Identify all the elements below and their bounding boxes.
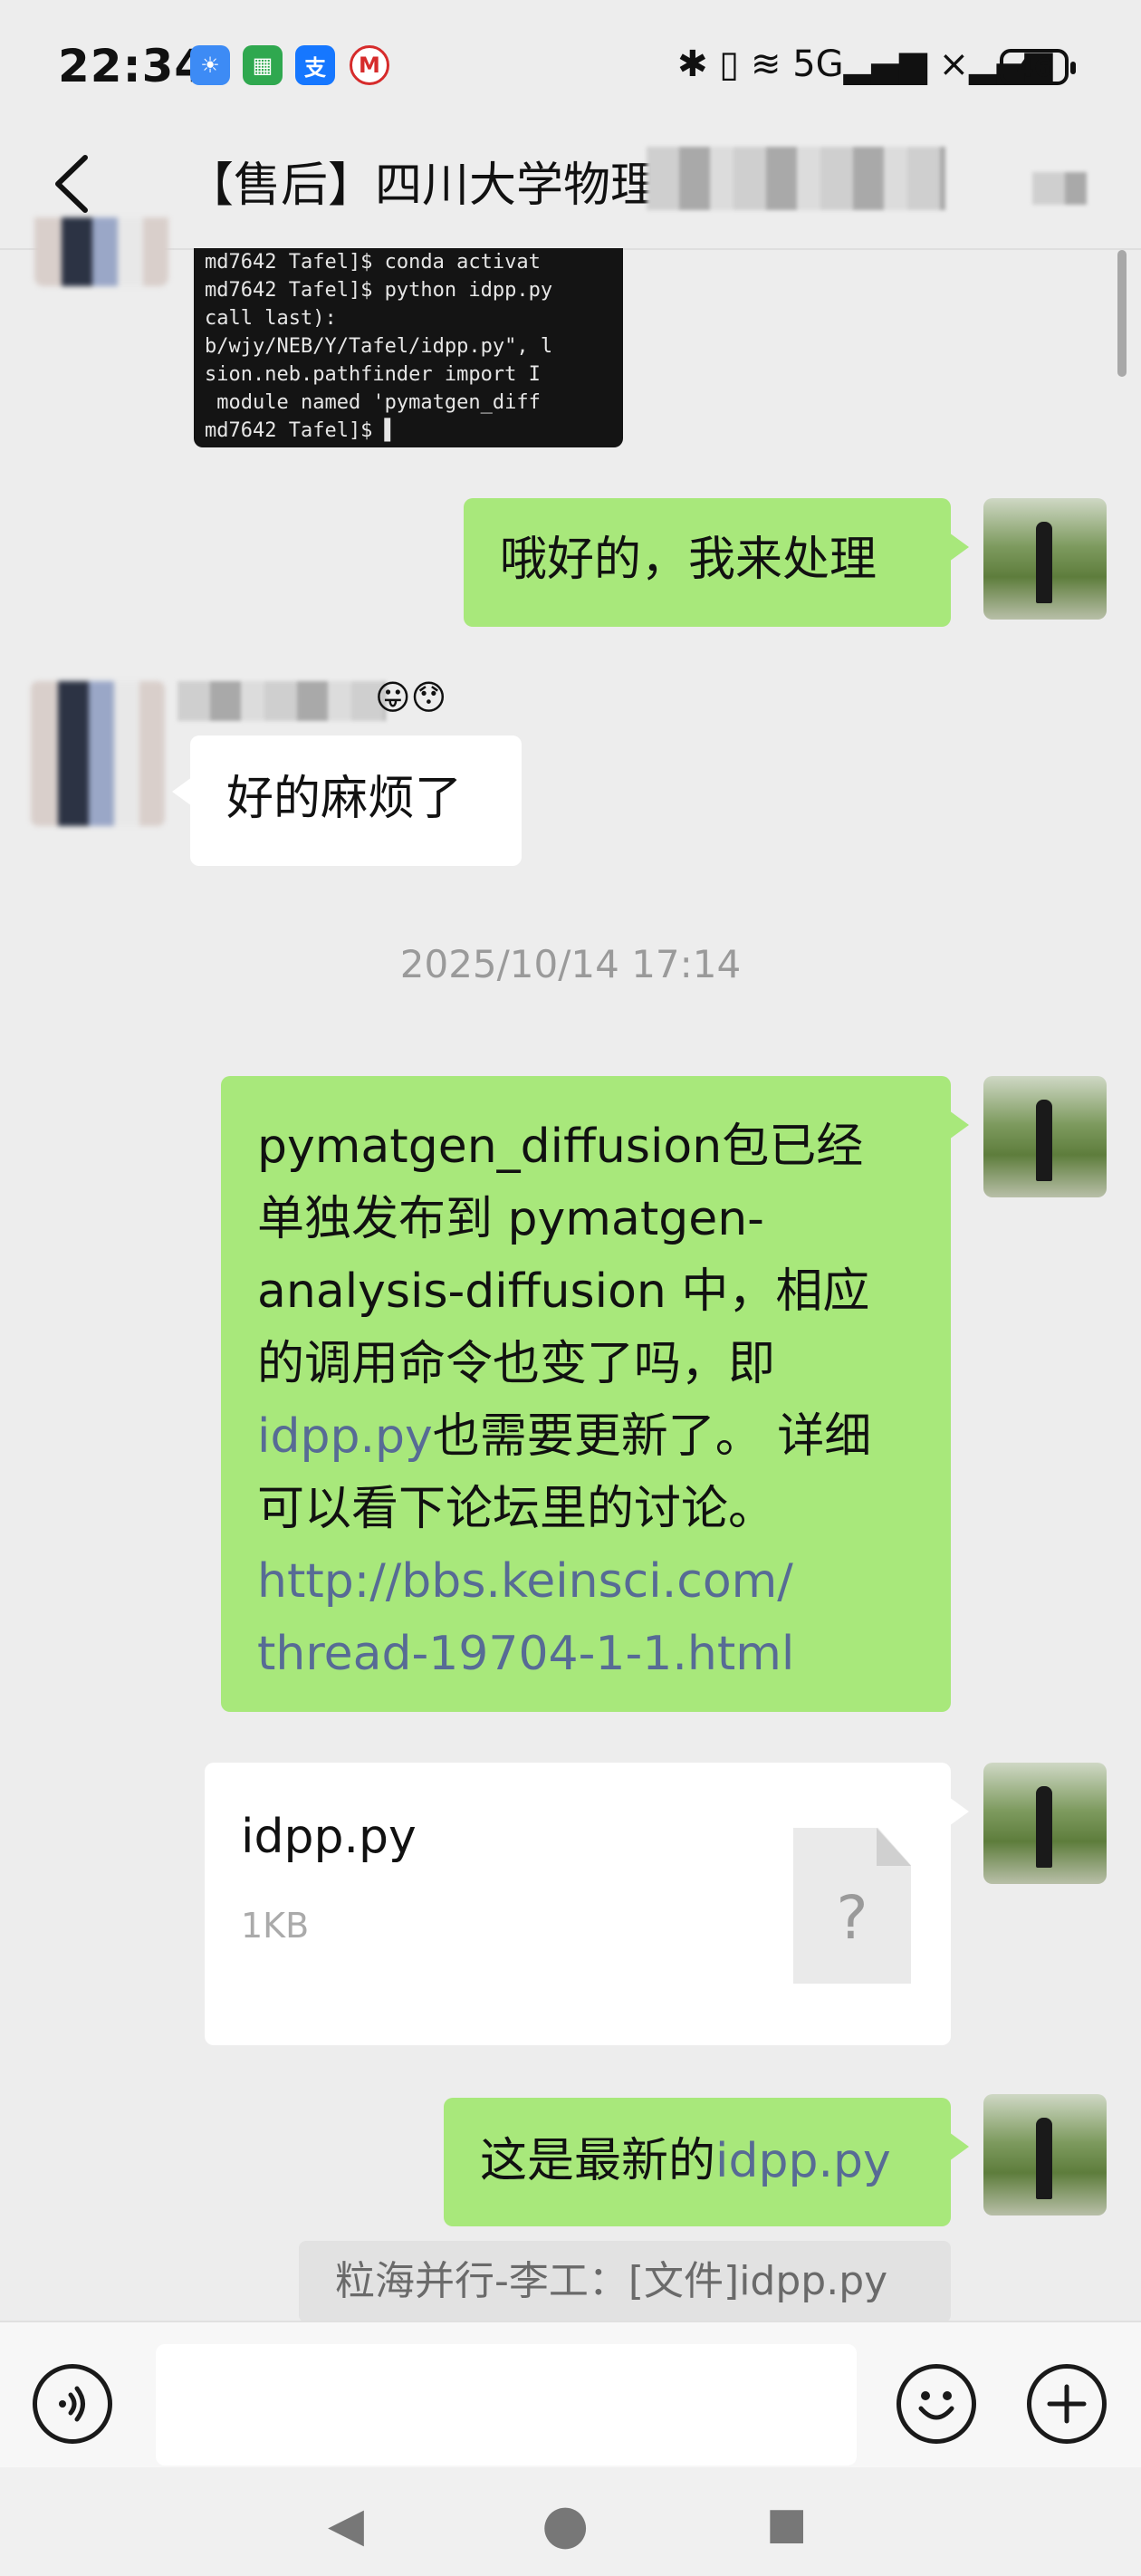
message-line: pymatgen_diffusion包已经	[257, 1120, 864, 1174]
message-text: 好的麻烦了	[226, 772, 463, 826]
terminal-line: b/wjy/NEB/Y/Tafel/idpp.py", l	[205, 335, 553, 358]
file-link[interactable]: idpp.py	[715, 2134, 891, 2188]
terminal-line: module named 'pymatgen_diff	[205, 391, 541, 414]
message-bubble[interactable]: 好的麻烦了	[172, 735, 522, 866]
url-link[interactable]: thread-19704-1-1.html	[257, 1618, 915, 1690]
message-line: idpp.py也需要更新了。 详细	[257, 1400, 915, 1473]
message-bubble[interactable]: 哦好的，我来处理	[464, 498, 969, 627]
signal-status-icons: ✱ ▯ ≋ 5G▂▄▆ ×▂▄▆	[677, 43, 1053, 85]
quoted-message[interactable]: 粒海并行-李工：[文件]idpp.py	[299, 2241, 951, 2322]
terminal-line: call last):	[205, 307, 337, 330]
alipay-app-icon: 支	[295, 45, 335, 85]
message-text: 这是最新的	[480, 2134, 716, 2188]
my-avatar[interactable]	[983, 1763, 1107, 1884]
bank-app-icon: M	[350, 45, 389, 85]
terminal-line: md7642 Tafel]$ ▌	[205, 419, 397, 442]
file-icon: ?	[793, 1828, 911, 1984]
emoji-button[interactable]	[896, 2364, 976, 2444]
message-line: 可以看下论坛里的讨论。	[257, 1482, 776, 1536]
scrollbar[interactable]	[1117, 250, 1127, 377]
file-message-card[interactable]: idpp.py 1KB ?	[205, 1763, 969, 2045]
chat-title[interactable]: 【售后】四川大学物理	[187, 147, 657, 215]
health-app-icon: ▦	[243, 45, 283, 85]
message-text: 哦好的，我来处理	[500, 533, 877, 587]
emoji-icon	[918, 2391, 954, 2420]
message-line: 单独发布到 pymatgen-	[257, 1192, 764, 1246]
sender-emoji: 😛😯	[375, 678, 447, 717]
url-link[interactable]: http://bbs.keinsci.com/	[257, 1545, 915, 1618]
sender-name-redacted	[177, 681, 386, 721]
file-size: 1KB	[241, 1906, 310, 1946]
message-line: analysis-diffusion 中，相应	[257, 1264, 870, 1319]
title-redaction-2	[1032, 172, 1087, 205]
back-chevron-icon	[55, 155, 88, 213]
my-avatar[interactable]	[983, 2094, 1107, 2216]
file-link[interactable]: idpp.py	[257, 1409, 433, 1464]
terminal-line: sion.neb.pathfinder import I	[205, 363, 541, 386]
status-time: 22:34	[58, 40, 207, 92]
other-avatar[interactable]	[31, 681, 165, 826]
battery-icon: 46	[1000, 49, 1076, 85]
voice-icon	[59, 2386, 85, 2422]
my-avatar[interactable]	[983, 1076, 1107, 1197]
plus-button[interactable]	[1027, 2364, 1107, 2444]
message-bubble[interactable]: pymatgen_diffusion包已经 单独发布到 pymatgen- an…	[221, 1076, 969, 1712]
back-button[interactable]	[45, 152, 100, 216]
chat-timestamp: 2025/10/14 17:14	[399, 942, 742, 986]
nav-recent-icon[interactable]: ■	[766, 2498, 807, 2549]
message-input[interactable]	[156, 2344, 857, 2465]
message-bubble[interactable]: 这是最新的idpp.py	[444, 2098, 969, 2226]
nav-back-icon[interactable]: ◀	[328, 2498, 364, 2552]
title-redaction	[647, 147, 945, 210]
voice-button[interactable]	[33, 2364, 112, 2444]
message-line: 的调用命令也变了吗，即	[257, 1337, 776, 1391]
terminal-line: md7642 Tafel]$ python idpp.py	[205, 279, 553, 302]
message-text: 也需要更新了。 详细	[432, 1409, 872, 1464]
weather-app-icon: ☀	[190, 45, 230, 85]
nav-home-icon[interactable]: ●	[542, 2493, 589, 2556]
plus-icon	[1047, 2384, 1087, 2424]
terminal-line: md7642 Tafel]$ conda activat	[205, 251, 541, 274]
terminal-screenshot-image[interactable]: md7642 Tafel]$ conda activat md7642 Tafel…	[194, 248, 623, 447]
my-avatar[interactable]	[983, 498, 1107, 620]
other-avatar[interactable]	[34, 217, 168, 286]
file-name: idpp.py	[241, 1810, 417, 1864]
